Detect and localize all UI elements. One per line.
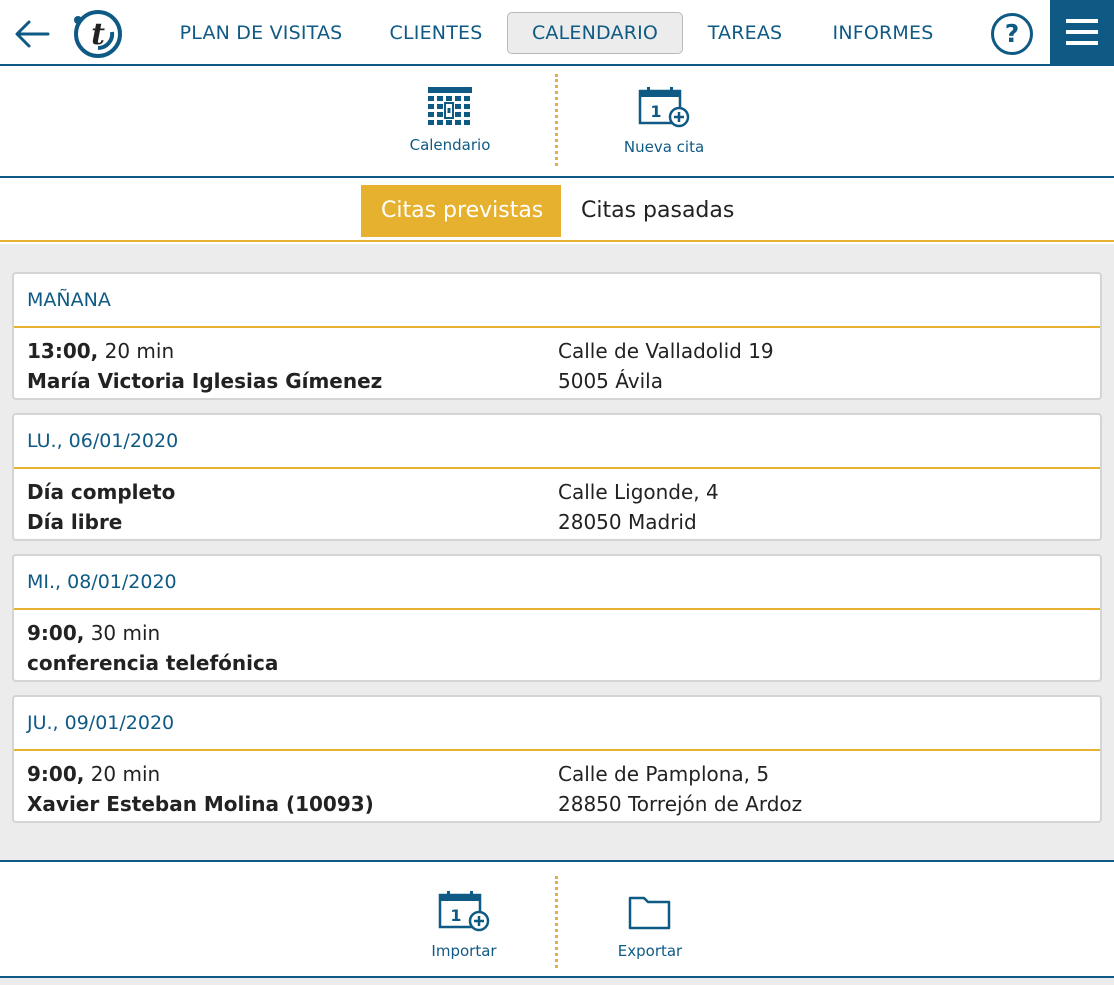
address-line-1: Calle Ligonde, 4 [558,480,719,504]
menu-line [1066,30,1098,34]
calendar-import-icon: 1 [438,891,490,932]
bottom-toolbar: 1 Importar Exportar [0,860,1114,978]
appointment-tabs: Citas previstas Citas pasadas [0,180,1114,242]
arrow-left-icon [15,20,50,48]
help-button[interactable]: ? [991,13,1033,55]
calendar-toolbar: Calendario 1 Nueva cita [0,66,1114,178]
appointment-details: Día completo Día libre [27,477,175,537]
appointment-address: Calle Ligonde, 4 28050 Madrid [558,477,719,537]
bottom-strip [0,978,1114,985]
address-line-1: Calle de Pamplona, 5 [558,762,770,786]
nav-informes[interactable]: INFORMES [822,12,944,54]
toolbar-divider [555,74,558,166]
calendar-add-icon: 1 [638,87,690,128]
tab-citas-pasadas[interactable]: Citas pasadas [561,185,754,237]
svg-text:t: t [91,17,105,52]
address-line-2: 28050 Madrid [558,510,697,534]
appointment-body: 9:00, 30 min conferencia telefónica [14,610,1100,680]
appointment-date: MAÑANA [14,274,1100,328]
address-line-2: 28850 Torrejón de Ardoz [558,792,803,816]
address-line-1: Calle de Valladolid 19 [558,339,774,363]
appointment-card[interactable]: MAÑANA 13:00, 20 min María Victoria Igle… [12,272,1102,400]
import-button[interactable]: 1 Importar [394,890,534,960]
new-appointment-button[interactable]: 1 Nueva cita [594,86,734,156]
appointment-duration: 20 min [98,339,175,363]
bottom-divider [555,876,558,968]
appointment-card[interactable]: LU., 06/01/2020 Día completo Día libre C… [12,413,1102,541]
import-label: Importar [431,942,497,960]
export-label: Exportar [617,942,683,960]
calendar-view-button[interactable]: Calendario [380,86,520,154]
appointment-time: 9:00, [27,621,85,645]
nav-plan-de-visitas[interactable]: PLAN DE VISITAS [168,12,354,54]
appointment-date: MI., 08/01/2020 [14,556,1100,610]
appointment-time: 9:00, [27,762,85,786]
svg-text:1: 1 [450,906,461,925]
nav-tareas[interactable]: TAREAS [700,12,790,54]
appointment-date: JU., 09/01/2020 [14,697,1100,751]
appointment-details: 9:00, 20 min Xavier Esteban Molina (1009… [27,759,374,819]
nav-calendario[interactable]: CALENDARIO [507,12,683,54]
menu-line [1066,41,1098,45]
appointment-body: 13:00, 20 min María Victoria Iglesias Gí… [14,328,1100,398]
t-logo-icon: t [74,10,122,58]
appointment-body: Día completo Día libre Calle Ligonde, 4 … [14,469,1100,539]
appointment-duration: 20 min [84,762,161,786]
appointment-title: conferencia telefónica [27,651,279,675]
nav-clientes[interactable]: CLIENTES [380,12,492,54]
new-appointment-label: Nueva cita [623,138,705,156]
appointment-title: Xavier Esteban Molina (10093) [27,792,374,816]
menu-line [1066,19,1098,23]
appointment-title: María Victoria Iglesias Gímenez [27,369,383,393]
appointment-card[interactable]: JU., 09/01/2020 9:00, 20 min Xavier Este… [12,695,1102,823]
appointment-time: Día completo [27,480,176,504]
hamburger-menu-button[interactable] [1050,0,1114,64]
appointment-details: 13:00, 20 min María Victoria Iglesias Gí… [27,336,382,396]
address-line-2: 5005 Ávila [558,369,663,393]
back-button[interactable] [10,12,54,56]
appointment-address: Calle de Valladolid 19 5005 Ávila [558,336,774,396]
top-navigation-bar: t PLAN DE VISITAS CLIENTES CALENDARIO TA… [0,0,1114,66]
app-logo[interactable]: t [72,8,124,60]
appointment-title: Día libre [27,510,123,534]
calendar-label: Calendario [409,136,491,154]
appointment-card[interactable]: MI., 08/01/2020 9:00, 30 min conferencia… [12,554,1102,682]
export-button[interactable]: Exportar [580,890,720,960]
appointment-list: MAÑANA 13:00, 20 min María Victoria Igle… [0,244,1114,860]
calendar-grid-icon [428,87,472,125]
appointment-details: 9:00, 30 min conferencia telefónica [27,618,278,678]
appointment-time: 13:00, [27,339,99,363]
appointment-address: Calle de Pamplona, 5 28850 Torrejón de A… [558,759,802,819]
svg-text:1: 1 [650,102,661,121]
tab-citas-previstas[interactable]: Citas previstas [361,185,561,237]
appointment-duration: 30 min [84,621,161,645]
folder-icon [628,896,671,930]
appointment-date: LU., 06/01/2020 [14,415,1100,469]
appointment-body: 9:00, 20 min Xavier Esteban Molina (1009… [14,751,1100,821]
